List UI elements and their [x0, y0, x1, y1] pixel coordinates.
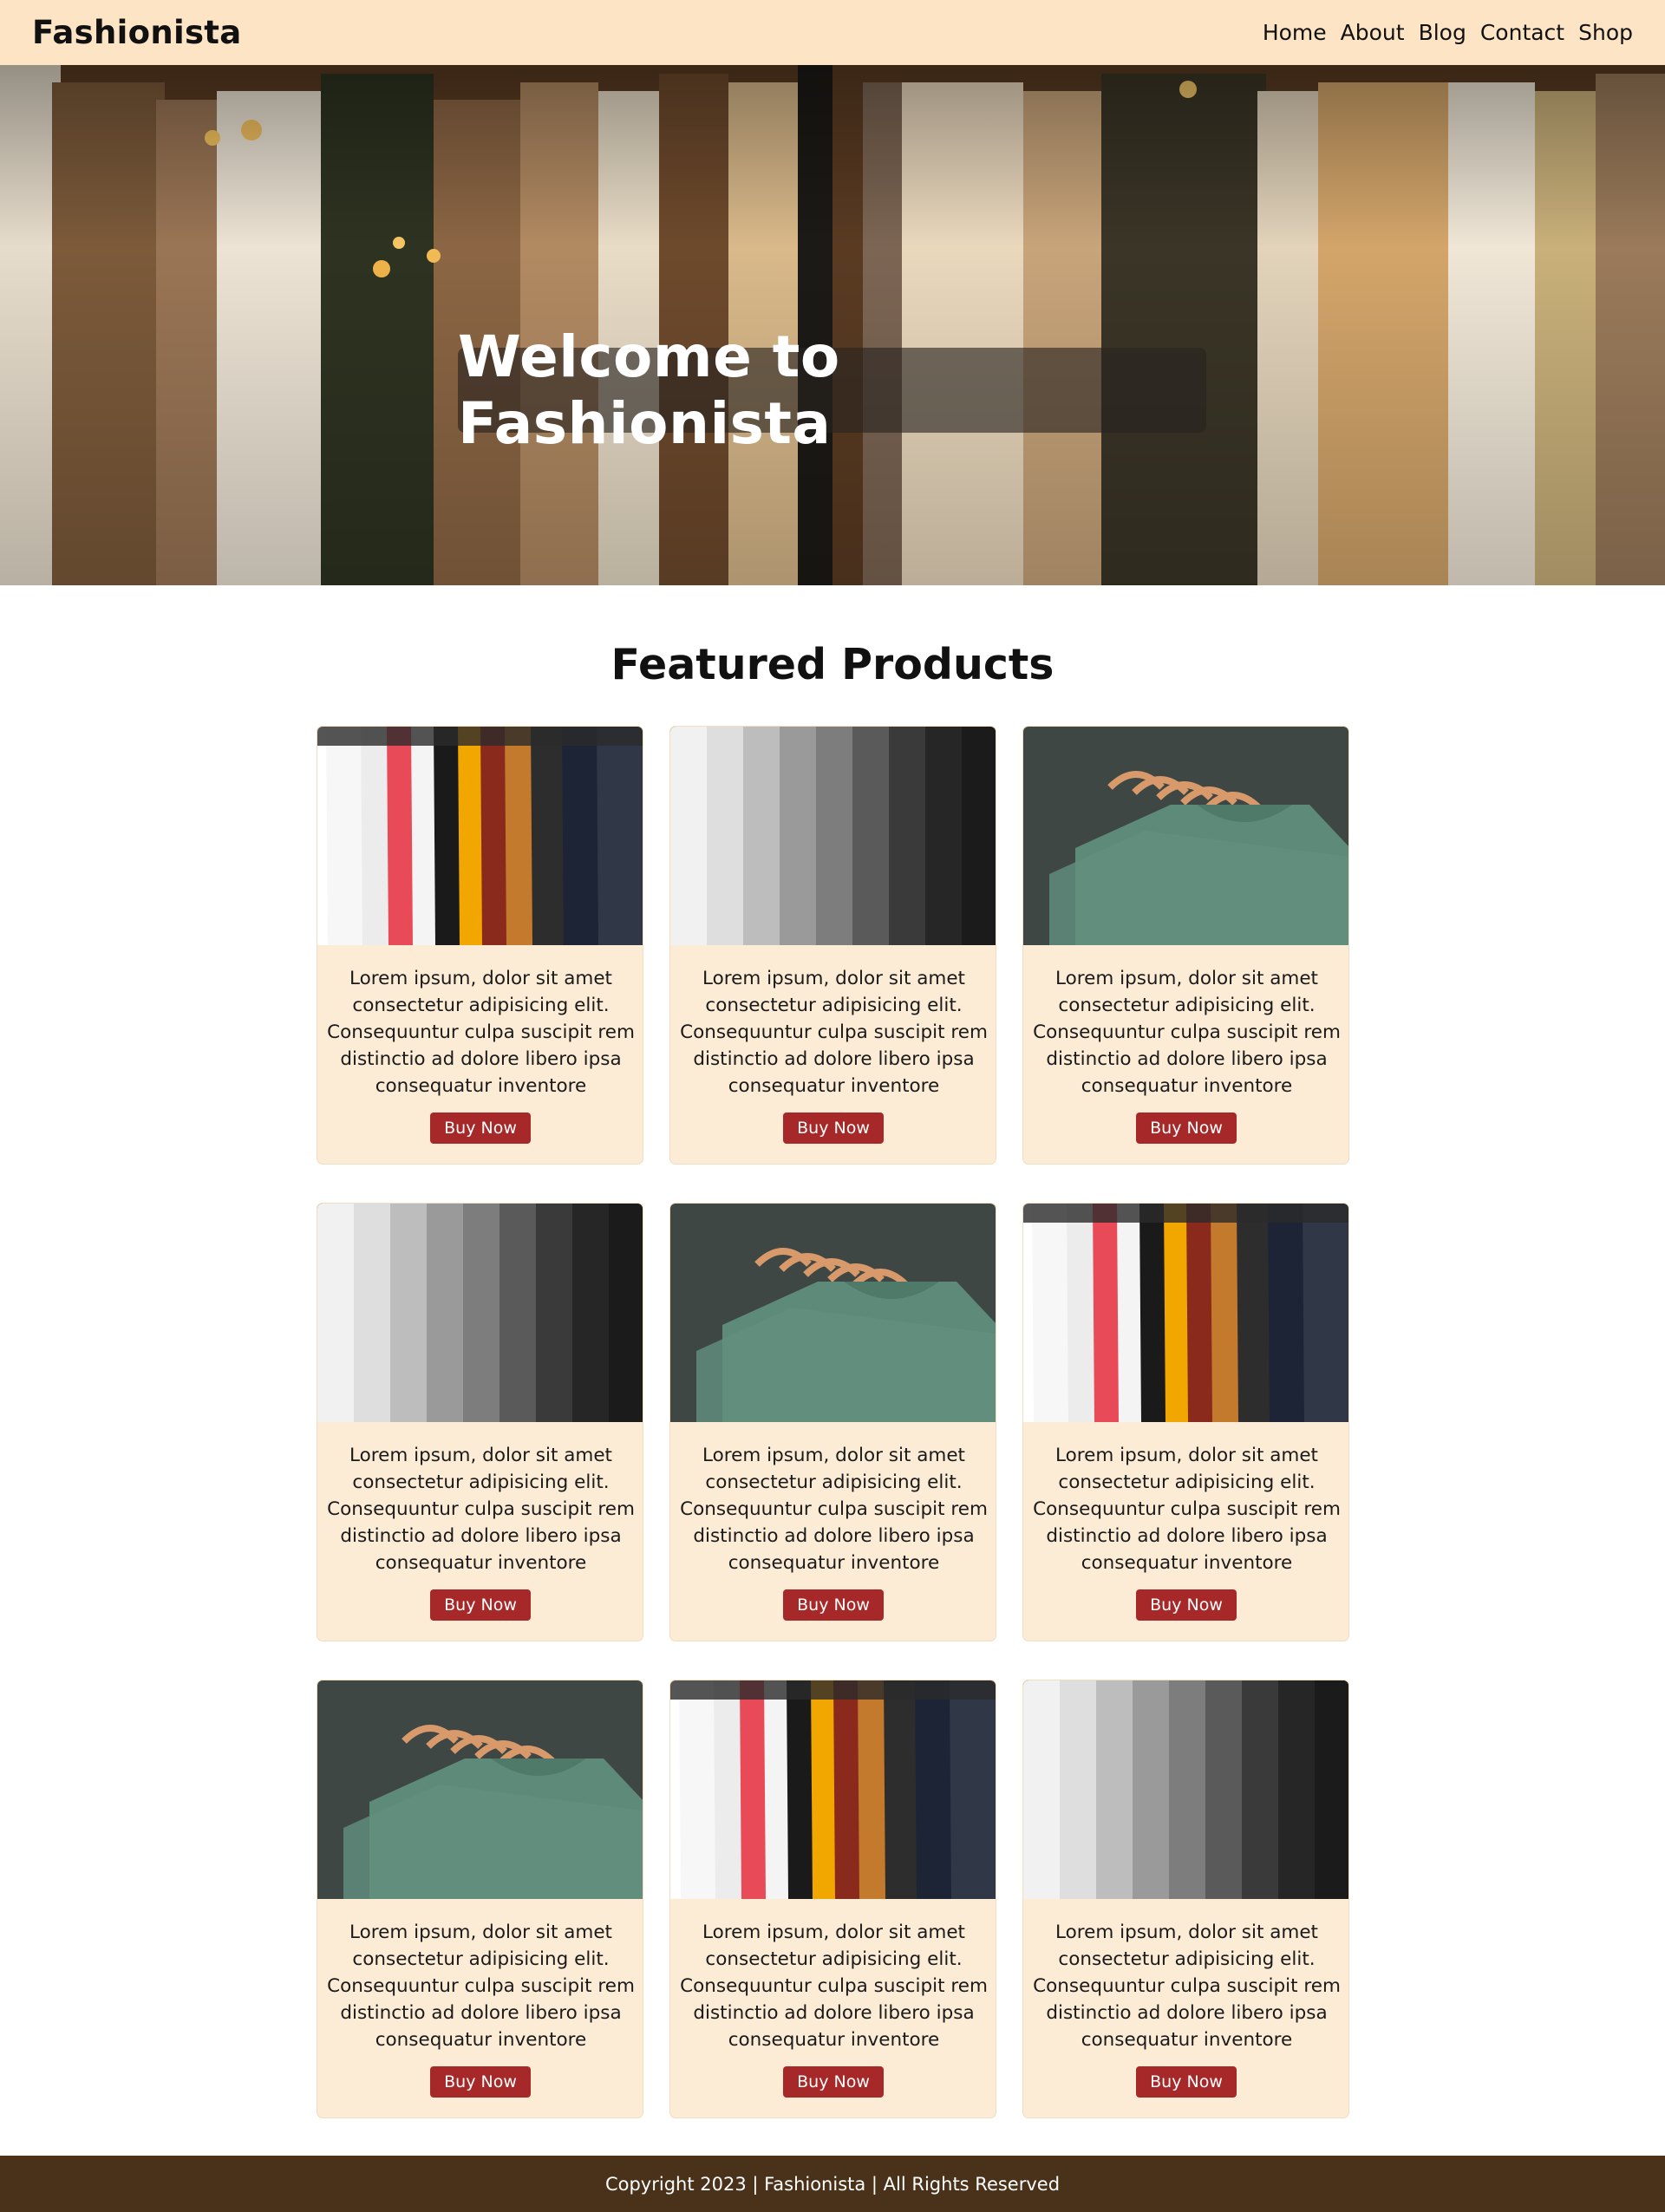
product-image[interactable]	[317, 1204, 643, 1422]
buy-now-button[interactable]: Buy Now	[783, 2066, 884, 2098]
product-card: Lorem ipsum, dolor sit amet consectetur …	[1022, 1680, 1349, 2118]
product-image[interactable]	[670, 727, 996, 945]
product-image[interactable]	[1023, 727, 1349, 945]
product-card: Lorem ipsum, dolor sit amet consectetur …	[669, 726, 996, 1165]
product-image[interactable]	[1023, 1204, 1349, 1422]
nav-link-home[interactable]: Home	[1263, 20, 1327, 45]
product-description: Lorem ipsum, dolor sit amet consectetur …	[1033, 1922, 1341, 2051]
buy-now-button[interactable]: Buy Now	[430, 1589, 531, 1621]
top-nav: Fashionista Home About Blog Contact Shop	[0, 0, 1665, 65]
site-footer: Copyright 2023 | Fashionista | All Right…	[0, 2156, 1665, 2212]
product-description: Lorem ipsum, dolor sit amet consectetur …	[327, 1922, 635, 2051]
buy-now-button[interactable]: Buy Now	[783, 1589, 884, 1621]
hero-title: Welcome to Fashionista	[458, 323, 840, 457]
product-card: Lorem ipsum, dolor sit amet consectetur …	[317, 1680, 643, 2118]
buy-now-button[interactable]: Buy Now	[430, 1113, 531, 1144]
nav-link-about[interactable]: About	[1341, 20, 1405, 45]
buy-now-button[interactable]: Buy Now	[783, 1113, 884, 1144]
product-description: Lorem ipsum, dolor sit amet consectetur …	[1033, 1445, 1341, 1574]
brand-logo[interactable]: Fashionista	[32, 14, 242, 51]
product-description: Lorem ipsum, dolor sit amet consectetur …	[327, 1445, 635, 1574]
featured-products-heading: Featured Products	[610, 640, 1054, 689]
nav-link-contact[interactable]: Contact	[1480, 20, 1564, 45]
product-description: Lorem ipsum, dolor sit amet consectetur …	[680, 968, 988, 1097]
product-grid: Lorem ipsum, dolor sit amet consectetur …	[317, 726, 1349, 2118]
buy-now-button[interactable]: Buy Now	[1136, 2066, 1237, 2098]
product-card: Lorem ipsum, dolor sit amet consectetur …	[1022, 1203, 1349, 1641]
buy-now-button[interactable]: Buy Now	[1136, 1113, 1237, 1144]
product-description: Lorem ipsum, dolor sit amet consectetur …	[327, 968, 635, 1097]
hero-title-box: Welcome to Fashionista	[458, 323, 1206, 457]
nav-menu: Home About Blog Contact Shop	[1263, 20, 1633, 45]
product-image[interactable]	[317, 1680, 643, 1899]
buy-now-button[interactable]: Buy Now	[430, 2066, 531, 2098]
footer-copyright: Copyright 2023 | Fashionista | All Right…	[604, 2173, 1061, 2195]
product-image[interactable]	[317, 727, 643, 945]
product-card: Lorem ipsum, dolor sit amet consectetur …	[317, 1203, 643, 1641]
product-description: Lorem ipsum, dolor sit amet consectetur …	[680, 1922, 988, 2051]
hero-banner: Welcome to Fashionista	[0, 65, 1665, 585]
product-image[interactable]	[670, 1680, 996, 1899]
buy-now-button[interactable]: Buy Now	[1136, 1589, 1237, 1621]
product-description: Lorem ipsum, dolor sit amet consectetur …	[680, 1445, 988, 1574]
product-image[interactable]	[1023, 1680, 1349, 1899]
product-card: Lorem ipsum, dolor sit amet consectetur …	[669, 1680, 996, 2118]
nav-link-blog[interactable]: Blog	[1419, 20, 1466, 45]
product-card: Lorem ipsum, dolor sit amet consectetur …	[1022, 726, 1349, 1165]
product-image[interactable]	[670, 1204, 996, 1422]
product-card: Lorem ipsum, dolor sit amet consectetur …	[317, 726, 643, 1165]
nav-link-shop[interactable]: Shop	[1578, 20, 1633, 45]
product-description: Lorem ipsum, dolor sit amet consectetur …	[1033, 968, 1341, 1097]
product-card: Lorem ipsum, dolor sit amet consectetur …	[669, 1203, 996, 1641]
